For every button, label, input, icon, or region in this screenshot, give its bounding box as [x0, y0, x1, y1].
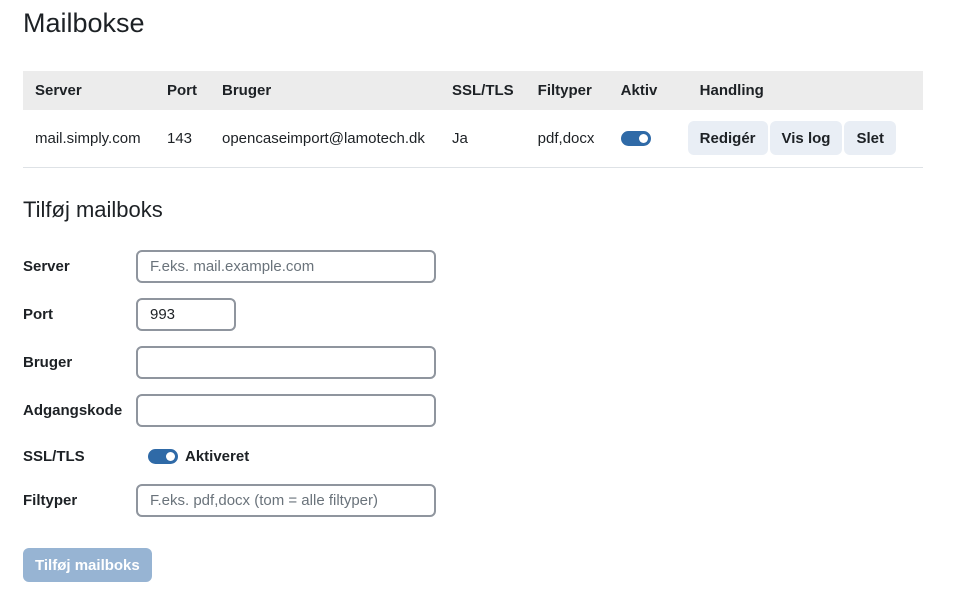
server-row: Server: [23, 250, 623, 283]
col-header-user: Bruger: [222, 82, 272, 99]
col-header-server: Server: [35, 82, 82, 99]
delete-button[interactable]: Slet: [844, 121, 896, 156]
user-label: Bruger: [23, 354, 73, 371]
filetypes-label: Filtyper: [23, 492, 78, 509]
col-header-filetypes: Filtyper: [537, 82, 592, 99]
ssl-status-label: Aktiveret: [185, 448, 250, 465]
page-title: Mailbokse: [23, 8, 145, 38]
port-input[interactable]: [136, 298, 236, 331]
ssl-label: SSL/TLS: [23, 448, 85, 465]
cell-port: 143: [167, 129, 193, 147]
filetypes-row: Filtyper: [23, 484, 623, 517]
cell-ssl: Ja: [452, 129, 468, 147]
ssl-switch-wrap: Aktiveret: [148, 448, 249, 465]
col-header-ssl: SSL/TLS: [452, 82, 514, 99]
password-label: Adgangskode: [23, 402, 123, 419]
port-row: Port: [23, 298, 623, 331]
table-row: mail.simply.com 143 opencaseimport@lamot…: [23, 110, 923, 167]
add-mailbox-title: Tilføj mailboks: [23, 197, 163, 222]
table-header-row: Server Port Bruger SSL/TLS Filtyper Akti…: [23, 71, 923, 110]
edit-button[interactable]: Redigér: [687, 121, 768, 156]
password-input[interactable]: [136, 394, 436, 427]
col-header-actions: Handling: [699, 82, 764, 99]
server-input[interactable]: [136, 250, 436, 283]
cell-active: [609, 110, 688, 167]
cell-actions: Redigér Vis log Slet: [687, 110, 923, 167]
mailbox-table: Server Port Bruger SSL/TLS Filtyper Akti…: [23, 71, 923, 168]
ssl-row: SSL/TLS Aktiveret: [23, 440, 623, 473]
server-label: Server: [23, 258, 70, 275]
add-mailbox-button[interactable]: Tilføj mailboks: [23, 548, 152, 582]
col-header-port: Port: [167, 82, 197, 99]
cell-user: opencaseimport@lamotech.dk: [222, 129, 425, 147]
active-toggle-icon[interactable]: [620, 131, 651, 147]
view-log-button[interactable]: Vis log: [769, 121, 843, 156]
user-input[interactable]: [136, 346, 436, 379]
port-label: Port: [23, 306, 53, 323]
col-header-active: Aktiv: [620, 82, 658, 99]
cell-server: mail.simply.com: [35, 129, 141, 147]
user-row: Bruger: [23, 346, 623, 379]
ssl-toggle-icon[interactable]: [148, 449, 178, 464]
password-row: Adgangskode: [23, 394, 623, 427]
cell-filetypes: pdf,docx: [537, 129, 595, 147]
filetypes-input[interactable]: [136, 484, 436, 517]
